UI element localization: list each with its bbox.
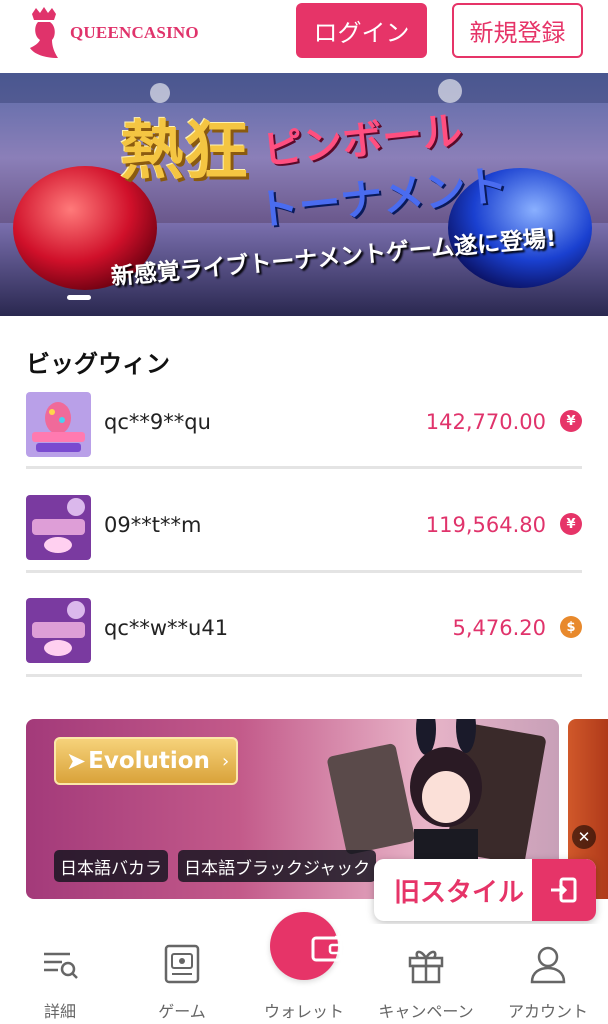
top-header: QUEENCASINO ログイン 新規登録 (0, 0, 608, 72)
yen-currency-icon: ¥ (560, 410, 582, 432)
dollar-currency-icon: $ (560, 616, 582, 638)
win-row[interactable]: qc**9**qu 142,770.00 ¥ (26, 392, 582, 462)
winner-username: qc**w**u41 (104, 616, 229, 640)
logo-text: QUEENCASINO (70, 23, 199, 42)
evolution-logo-icon: ➤ (66, 747, 87, 775)
nav-label: アカウント (507, 1002, 588, 1021)
tag-japanese-baccarat[interactable]: 日本語バカラ (54, 850, 168, 882)
queen-casino-logo[interactable]: QUEENCASINO (24, 6, 199, 60)
menu-search-icon (44, 952, 78, 979)
gift-icon (408, 950, 444, 984)
yen-currency-icon: ¥ (560, 513, 582, 535)
carousel-indicator-active[interactable] (67, 295, 91, 300)
game-thumbnail-sugar-rush[interactable] (26, 392, 91, 457)
nav-label: ウォレット (263, 1002, 344, 1021)
divider (26, 570, 582, 573)
win-row[interactable]: qc**w**u41 5,476.20 $ (26, 598, 582, 668)
evolution-brand-label: Evolution (88, 748, 210, 774)
sugar-rush-icon (26, 392, 91, 457)
queen-silhouette-icon (30, 7, 58, 58)
nav-label: 詳細 (43, 1002, 76, 1021)
nav-games[interactable]: ゲーム (122, 924, 242, 1024)
slot-machine-icon (164, 944, 200, 984)
win-row[interactable]: 09**t**m 119,564.80 ¥ (26, 495, 582, 565)
banner-title-heat: 熱狂 (120, 114, 248, 189)
nav-campaign[interactable]: キャンペーン (366, 924, 486, 1024)
old-style-label: 旧スタイル (394, 877, 525, 908)
register-button[interactable]: 新規登録 (452, 3, 583, 58)
bottom-navigation: 詳細 ゲーム ウォレット キャンペーン アカウント (0, 912, 608, 1024)
divider (26, 466, 582, 469)
old-style-button[interactable]: 旧スタイル (374, 859, 596, 921)
winner-username: qc**9**qu (104, 410, 211, 434)
divider (26, 674, 582, 677)
moon-princess-icon (26, 598, 91, 663)
win-amount: 142,770.00 (425, 410, 546, 434)
win-amount: 5,476.20 (452, 616, 546, 640)
nav-wallet[interactable]: ウォレット (244, 912, 364, 1024)
user-icon (530, 946, 566, 984)
win-amount: 119,564.80 (425, 513, 546, 537)
big-wins-title: ビッグウィン (26, 350, 170, 378)
winner-username: 09**t**m (104, 513, 202, 537)
chevron-right-icon: › (221, 750, 230, 772)
login-button[interactable]: ログイン (296, 3, 427, 58)
enter-icon (532, 859, 596, 921)
game-thumbnail-moon-princess[interactable] (26, 495, 91, 560)
nav-label: ゲーム (158, 1002, 206, 1021)
tag-japanese-blackjack[interactable]: 日本語ブラックジャック (178, 850, 377, 882)
game-thumbnail-moon-princess[interactable] (26, 598, 91, 663)
nav-label: キャンペーン (378, 1002, 474, 1021)
moon-princess-icon (26, 495, 91, 560)
nav-details[interactable]: 詳細 (0, 924, 120, 1024)
nav-account[interactable]: アカウント (488, 924, 608, 1024)
close-icon[interactable]: ✕ (572, 825, 596, 849)
evolution-link-button[interactable]: ➤ Evolution › (54, 737, 238, 785)
wallet-icon (270, 912, 343, 980)
